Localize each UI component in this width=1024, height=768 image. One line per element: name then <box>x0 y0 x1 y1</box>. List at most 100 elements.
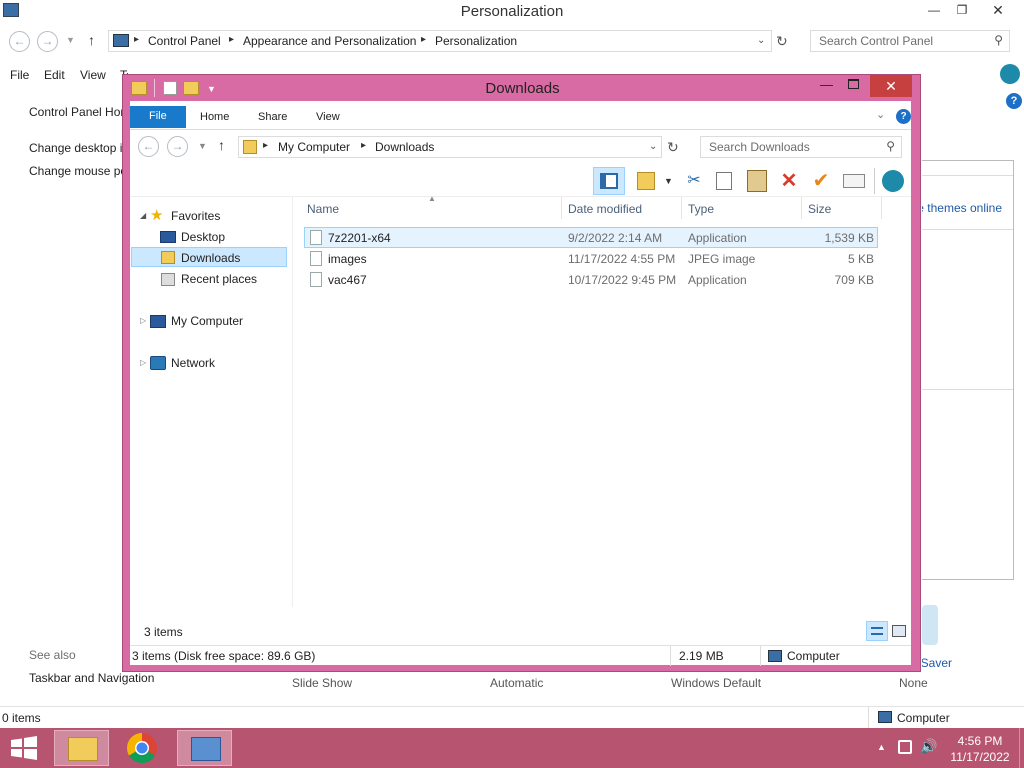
globe-icon[interactable] <box>1000 64 1020 84</box>
clock-date: 11/17/2022 <box>950 750 1010 764</box>
change-mouse-pointers-link[interactable]: Change mouse pointers <box>29 164 122 178</box>
start-button[interactable] <box>10 736 38 760</box>
column-size[interactable]: Size <box>808 202 831 216</box>
divider <box>681 197 682 219</box>
nav-downloads[interactable]: Downloads <box>181 251 240 265</box>
parent-window-title: Personalization <box>460 3 564 20</box>
up-arrow-icon[interactable]: ↑ <box>218 137 225 153</box>
menu-view[interactable]: View <box>80 68 106 82</box>
file-row-vac467[interactable]: vac467 10/17/2022 9:45 PM Application 70… <box>304 270 878 290</box>
breadcrumb-personalization[interactable]: Personalization <box>435 34 517 48</box>
column-type[interactable]: Type <box>688 202 714 216</box>
expand-ribbon-icon[interactable]: ⌄ <box>876 108 885 121</box>
close-button[interactable]: ✕ <box>984 0 1012 20</box>
menu-file[interactable]: File <box>10 68 29 82</box>
help-icon[interactable]: ? <box>896 109 911 124</box>
file-row-images[interactable]: images 11/17/2022 4:55 PM JPEG image 5 K… <box>304 249 878 269</box>
close-button[interactable]: ✕ <box>870 75 912 97</box>
expand-arrow-icon[interactable]: ▷ <box>140 358 146 367</box>
expand-arrow-icon[interactable]: ◢ <box>140 211 146 220</box>
cut-icon[interactable]: ✂ <box>684 171 704 191</box>
chevron-down-icon[interactable]: ⌄ <box>649 141 657 152</box>
volume-icon[interactable]: 🔊 <box>920 738 937 755</box>
chevron-down-icon[interactable]: ▼ <box>66 35 75 45</box>
taskbar-clock[interactable]: 4:56 PM 11/17/2022 <box>948 734 1012 764</box>
paste-icon[interactable] <box>747 170 767 192</box>
taskbar-chrome[interactable] <box>115 730 170 766</box>
divider <box>130 129 911 130</box>
get-themes-online-link[interactable]: Get more themes online <box>922 201 1002 215</box>
copy-icon[interactable] <box>716 172 732 190</box>
ribbon-tab-share[interactable]: Share <box>258 111 287 123</box>
themes-panel <box>922 160 1014 580</box>
recent-locations-icon[interactable]: ▼ <box>198 141 207 151</box>
nav-favorites[interactable]: Favorites <box>171 209 220 223</box>
forward-icon[interactable]: → <box>37 31 58 52</box>
delete-icon[interactable]: ✕ <box>779 171 799 191</box>
breadcrumb-separator-icon: ▸ <box>263 140 269 151</box>
show-desktop-button[interactable] <box>1019 728 1024 768</box>
tab-file-label: File <box>149 110 167 122</box>
layout-icon[interactable] <box>637 172 655 190</box>
breadcrumb-separator-icon: ▸ <box>361 140 367 151</box>
search-icon[interactable]: ⚲ <box>886 139 895 153</box>
control-panel-home-link[interactable]: Control Panel Home <box>29 105 122 119</box>
globe-icon[interactable] <box>882 170 904 192</box>
divider <box>801 197 802 219</box>
network-tray-icon[interactable] <box>898 740 912 754</box>
parent-status-bar: 0 items Computer <box>0 706 1024 729</box>
parent-search-input[interactable]: Search Control Panel ⚲ <box>810 30 1010 52</box>
parent-address-bar[interactable]: ▸ Control Panel ▸ Appearance and Persona… <box>108 30 772 52</box>
help-icon[interactable]: ? <box>1006 93 1022 109</box>
divider <box>881 197 882 219</box>
downloads-search-input[interactable]: Search Downloads ⚲ <box>700 136 902 158</box>
preview-pane-button[interactable] <box>593 167 625 195</box>
nav-network[interactable]: Network <box>171 356 215 370</box>
expand-arrow-icon[interactable]: ▷ <box>140 316 146 325</box>
back-icon[interactable]: ← <box>138 136 159 157</box>
taskbar-control-panel[interactable] <box>177 730 232 766</box>
taskbar-file-explorer[interactable] <box>54 730 109 766</box>
restore-button[interactable]: ❐ <box>948 0 976 20</box>
breadcrumb-my-computer[interactable]: My Computer <box>278 140 350 154</box>
menu-edit[interactable]: Edit <box>44 68 65 82</box>
rename-icon[interactable]: ✔ <box>811 171 831 191</box>
screen-saver-icon[interactable] <box>922 605 938 645</box>
maximize-button[interactable] <box>848 79 859 89</box>
column-name[interactable]: Name <box>307 202 339 216</box>
show-hidden-icons[interactable]: ▲ <box>877 742 886 752</box>
properties-icon[interactable] <box>843 174 865 188</box>
chevron-down-icon[interactable]: ▼ <box>664 176 673 186</box>
taskbar-navigation-link[interactable]: Taskbar and Navigation <box>29 671 154 685</box>
minimize-button[interactable]: — <box>820 77 833 92</box>
breadcrumb-downloads[interactable]: Downloads <box>375 140 434 154</box>
application-file-icon <box>310 272 322 287</box>
minimize-button[interactable]: — <box>920 0 948 20</box>
change-desktop-icons-link[interactable]: Change desktop icons <box>29 141 122 155</box>
ribbon-tab-home[interactable]: Home <box>200 111 229 123</box>
network-icon <box>150 356 166 370</box>
downloads-address-bar[interactable]: ▸ My Computer ▸ Downloads ⌄ <box>238 136 662 158</box>
ribbon-tab-view[interactable]: View <box>316 111 340 123</box>
forward-icon[interactable]: → <box>167 136 188 157</box>
breadcrumb-control-panel[interactable]: Control Panel <box>148 34 221 48</box>
refresh-icon[interactable]: ↻ <box>667 139 679 156</box>
screen-saver-link[interactable]: Screen Saver <box>922 656 952 670</box>
breadcrumb-appearance[interactable]: Appearance and Personalization <box>243 34 416 48</box>
search-icon[interactable]: ⚲ <box>994 33 1003 47</box>
refresh-icon[interactable]: ↻ <box>776 33 788 50</box>
divider <box>874 168 875 194</box>
file-row-7z2201-x64[interactable]: 7z2201-x64 9/2/2022 2:14 AM Application … <box>304 227 878 248</box>
column-date-modified[interactable]: Date modified <box>568 202 642 216</box>
item-count: 3 items <box>144 625 183 639</box>
nav-desktop[interactable]: Desktop <box>181 230 225 244</box>
chevron-down-icon[interactable]: ⌄ <box>757 35 765 46</box>
nav-recent-places[interactable]: Recent places <box>181 272 257 286</box>
nav-my-computer[interactable]: My Computer <box>171 314 243 328</box>
details-view-button[interactable] <box>866 621 888 641</box>
large-icons-view-icon[interactable] <box>892 625 906 637</box>
breadcrumb-separator-icon: ▸ <box>134 34 140 45</box>
up-arrow-icon[interactable]: ↑ <box>88 32 95 48</box>
back-icon[interactable]: ← <box>9 31 30 52</box>
ribbon-tab-file[interactable]: File <box>130 106 186 128</box>
